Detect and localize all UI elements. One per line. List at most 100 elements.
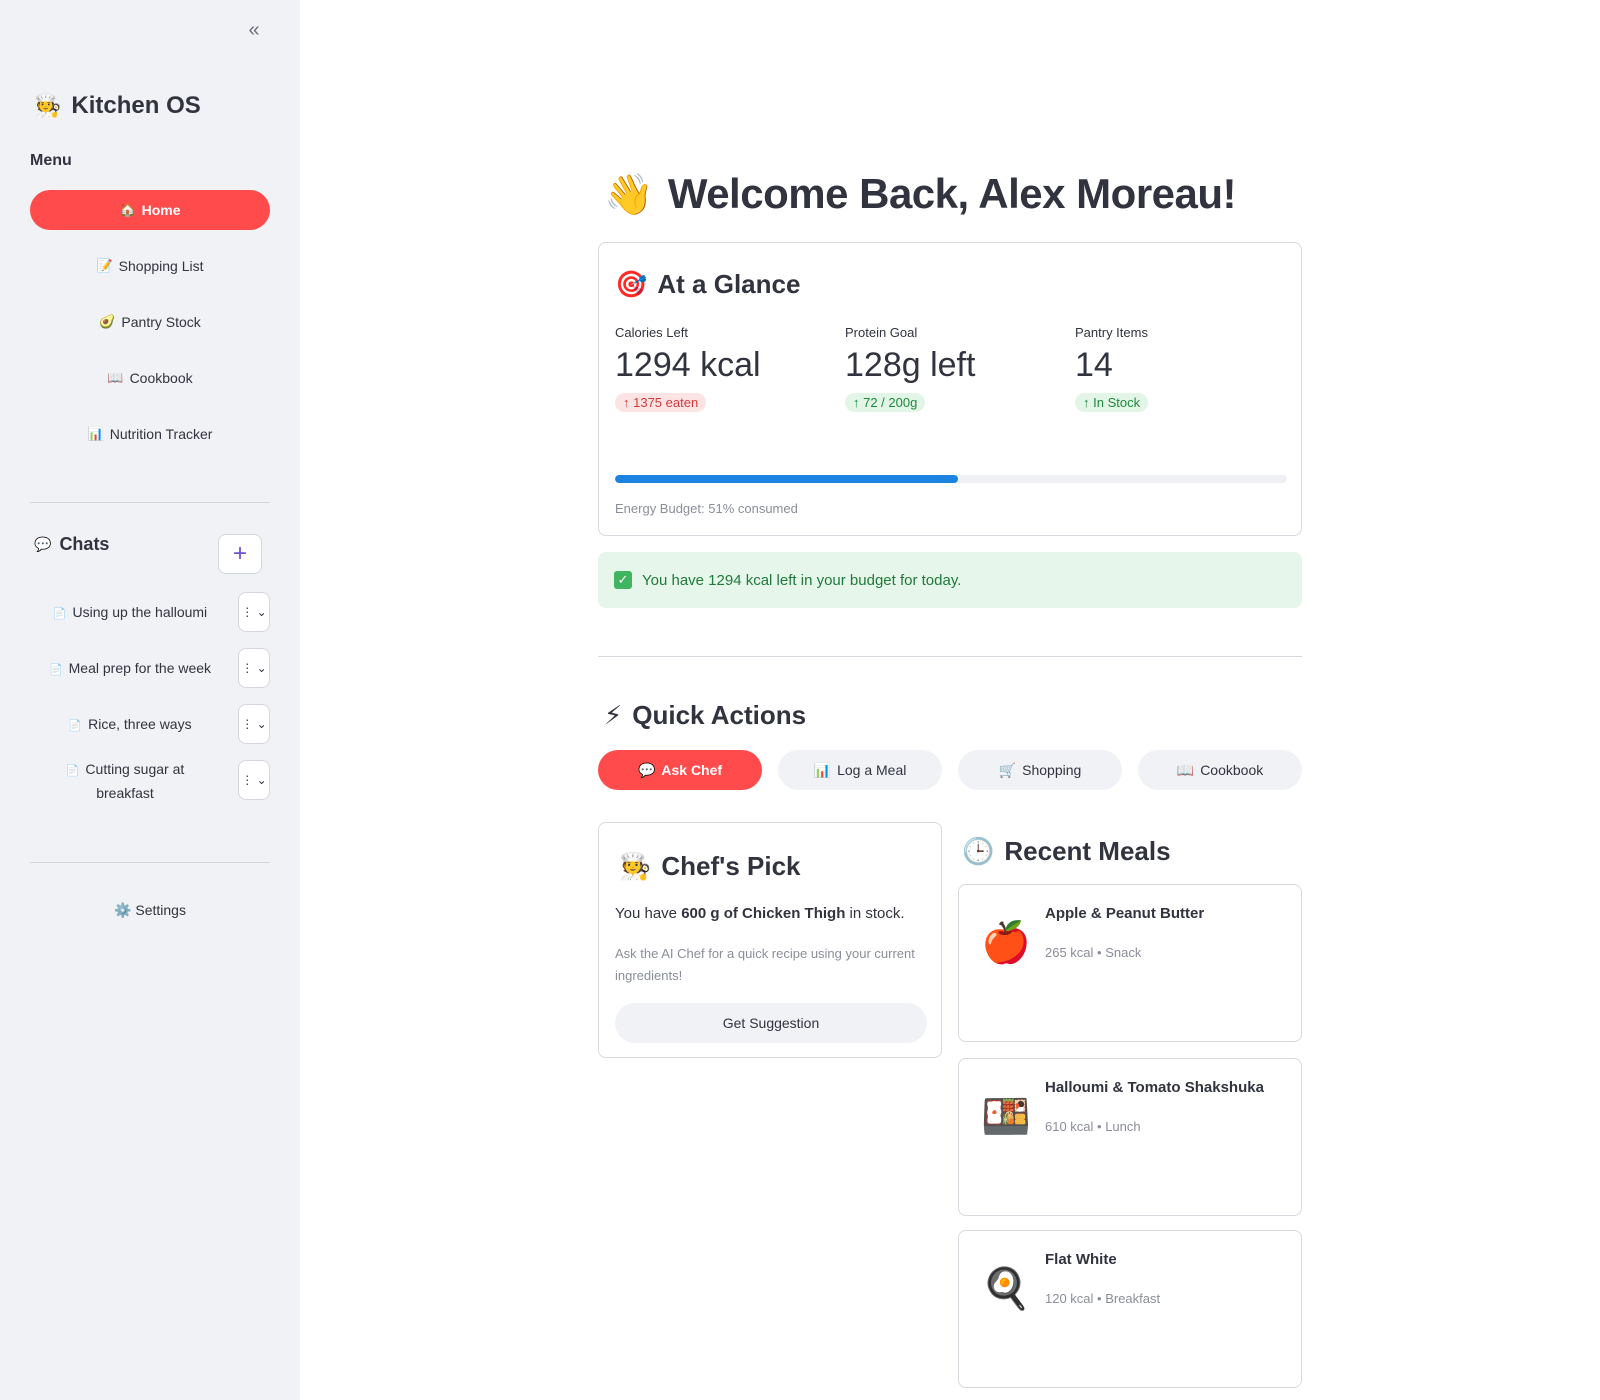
chat-link[interactable]: 📄 Meal prep for the week [30, 657, 230, 681]
main-divider [598, 656, 1302, 657]
at-a-glance-heading: 🎯 At a Glance [615, 269, 800, 300]
meal-name: Flat White [1045, 1251, 1117, 1268]
chefs-pick-card: 🧑‍🍳 Chef's Pick You have 600 g of Chicke… [598, 822, 942, 1058]
chat-link[interactable]: 📄 Rice, three ways [30, 713, 230, 737]
cookbook-button[interactable]: 📖 Cookbook [1138, 750, 1302, 790]
shopping-cart-icon: 🛒 [998, 761, 1017, 778]
speech-bubble-icon: 💬 [637, 761, 656, 778]
metric-value: 14 [1075, 346, 1113, 384]
metric-label: Pantry Items [1075, 325, 1148, 340]
chat-title: Meal prep for the week [68, 660, 212, 676]
chat-options-button[interactable]: ⋮ ⌄ [238, 760, 270, 800]
shopping-button[interactable]: 🛒 Shopping [958, 750, 1122, 790]
nav-item-shopping-list[interactable]: 📝 Shopping List [30, 246, 270, 286]
chat-title: Cutting sugar at breakfast [85, 761, 185, 801]
page-icon: 📄 [48, 664, 63, 676]
log-a-meal-button[interactable]: 📊 Log a Meal [778, 750, 942, 790]
settings-label: Settings [135, 902, 186, 918]
meal-name: Apple & Peanut Butter [1045, 905, 1205, 922]
metric-label: Protein Goal [845, 325, 918, 340]
meal-meta: 265 kcal • Snack [1045, 945, 1142, 960]
get-suggestion-button[interactable]: Get Suggestion [615, 1003, 927, 1043]
nav-item-cookbook[interactable]: 📖 Cookbook [30, 358, 270, 398]
section-title-text: At a Glance [657, 269, 801, 299]
nav-item-label: Cookbook [129, 370, 193, 386]
button-label: Shopping [1022, 762, 1082, 778]
target-icon: 🎯 [615, 269, 648, 299]
book-icon: 📖 [107, 370, 124, 385]
chat-link[interactable]: 📄 Cutting sugar at breakfast [30, 758, 220, 804]
metric-calories-left: Calories Left 1294 kcal ↑ 1375 eaten [615, 325, 835, 412]
gear-icon: ⚙️ [114, 902, 132, 918]
nav-item-pantry-stock[interactable]: 🥑 Pantry Stock [30, 302, 270, 342]
meal-name: Halloumi & Tomato Shakshuka [1045, 1079, 1264, 1096]
chat-options-button[interactable]: ⋮ ⌄ [238, 704, 270, 744]
budget-success-alert: ✓ You have 1294 kcal left in your budget… [598, 552, 1302, 608]
page-icon: 📄 [68, 720, 83, 732]
metric-label: Calories Left [615, 325, 688, 340]
quick-actions-heading: ⚡ Quick Actions [604, 700, 806, 731]
nav-item-nutrition-tracker[interactable]: 📊 Nutrition Tracker [30, 414, 270, 454]
speech-bubble-icon: 💬 [34, 536, 52, 552]
chef-icon: 🧑‍🍳 [34, 93, 62, 118]
text-suffix: in stock. [845, 905, 905, 922]
section-title-text: Quick Actions [632, 700, 807, 730]
energy-progress-caption: Energy Budget: 51% consumed [615, 501, 798, 516]
bar-chart-icon: 📊 [87, 426, 104, 441]
apple-icon: 🍎 [981, 921, 1031, 965]
meal-card: 🍳 Flat White 120 kcal • Breakfast [958, 1230, 1302, 1388]
recent-meals-heading: 🕒 Recent Meals [962, 836, 1171, 867]
metric-delta: ↑ 1375 eaten [615, 393, 707, 412]
book-icon: 📖 [1176, 761, 1195, 778]
welcome-heading: Welcome Back, Alex Moreau! [667, 170, 1237, 217]
sidebar-divider [30, 502, 270, 503]
metric-delta: ↑ In Stock [1075, 393, 1149, 412]
brand: 🧑‍🍳 Kitchen OS [34, 92, 201, 120]
meal-meta: 610 kcal • Lunch [1045, 1119, 1141, 1134]
ask-chef-button[interactable]: 💬 Ask Chef [598, 750, 762, 790]
meal-card: 🍎 Apple & Peanut Butter 265 kcal • Snack [958, 884, 1302, 1042]
stock-item: 600 g of Chicken Thigh [681, 905, 846, 922]
section-title-text: Chef's Pick [661, 851, 801, 881]
memo-icon: 📝 [96, 258, 113, 273]
chat-options-button[interactable]: ⋮ ⌄ [238, 648, 270, 688]
metric-pantry-items: Pantry Items 14 ↑ In Stock [1075, 325, 1295, 412]
collapse-sidebar-icon[interactable]: « [242, 18, 266, 42]
check-icon: ✓ [614, 571, 632, 589]
nav-item-label: Shopping List [118, 258, 204, 274]
app-title: Kitchen OS [71, 92, 201, 119]
sidebar-divider [30, 862, 270, 863]
sidebar: « 🧑‍🍳 Kitchen OS Menu 🏠 Home 📝 Shopping … [0, 0, 300, 1400]
button-label: Log a Meal [837, 762, 907, 778]
nav-item-home[interactable]: 🏠 Home [30, 190, 270, 230]
page-title: 👋 Welcome Back, Alex Moreau! [604, 170, 1237, 218]
new-chat-button[interactable]: + [218, 534, 262, 574]
energy-progress-bar [615, 475, 1287, 483]
alert-text: You have 1294 kcal left in your budget f… [642, 571, 962, 589]
chat-options-button[interactable]: ⋮ ⌄ [238, 592, 270, 632]
frying-pan-icon: 🍳 [981, 1267, 1031, 1311]
page-icon: 📄 [65, 765, 80, 777]
chat-title: Rice, three ways [88, 716, 192, 732]
chefs-pick-description: Ask the AI Chef for a quick recipe using… [615, 946, 915, 983]
waving-hand-icon: 👋 [604, 172, 654, 217]
bar-chart-icon: 📊 [813, 761, 832, 778]
page-icon: 📄 [52, 608, 67, 620]
clock-icon: 🕒 [962, 836, 995, 866]
settings-link[interactable]: ⚙️ Settings [30, 902, 270, 919]
metric-value: 1294 kcal [615, 346, 761, 384]
energy-progress-fill [615, 475, 958, 483]
meal-card: 🍱 Halloumi & Tomato Shakshuka 610 kcal •… [958, 1058, 1302, 1216]
menu-heading: Menu [30, 152, 72, 169]
text-prefix: You have [615, 905, 682, 922]
chefs-pick-heading: 🧑‍🍳 Chef's Pick [619, 851, 801, 882]
nav-item-label: Nutrition Tracker [109, 426, 213, 442]
chats-label: Chats [59, 534, 110, 554]
meal-meta: 120 kcal • Breakfast [1045, 1291, 1161, 1306]
house-icon: 🏠 [119, 202, 136, 217]
bento-box-icon: 🍱 [981, 1095, 1031, 1139]
chefs-pick-stock-text: You have 600 g of Chicken Thigh in stock… [615, 905, 905, 922]
chat-link[interactable]: 📄 Using up the halloumi [30, 601, 230, 625]
button-label: Ask Chef [661, 762, 723, 778]
lightning-icon: ⚡ [604, 700, 623, 730]
